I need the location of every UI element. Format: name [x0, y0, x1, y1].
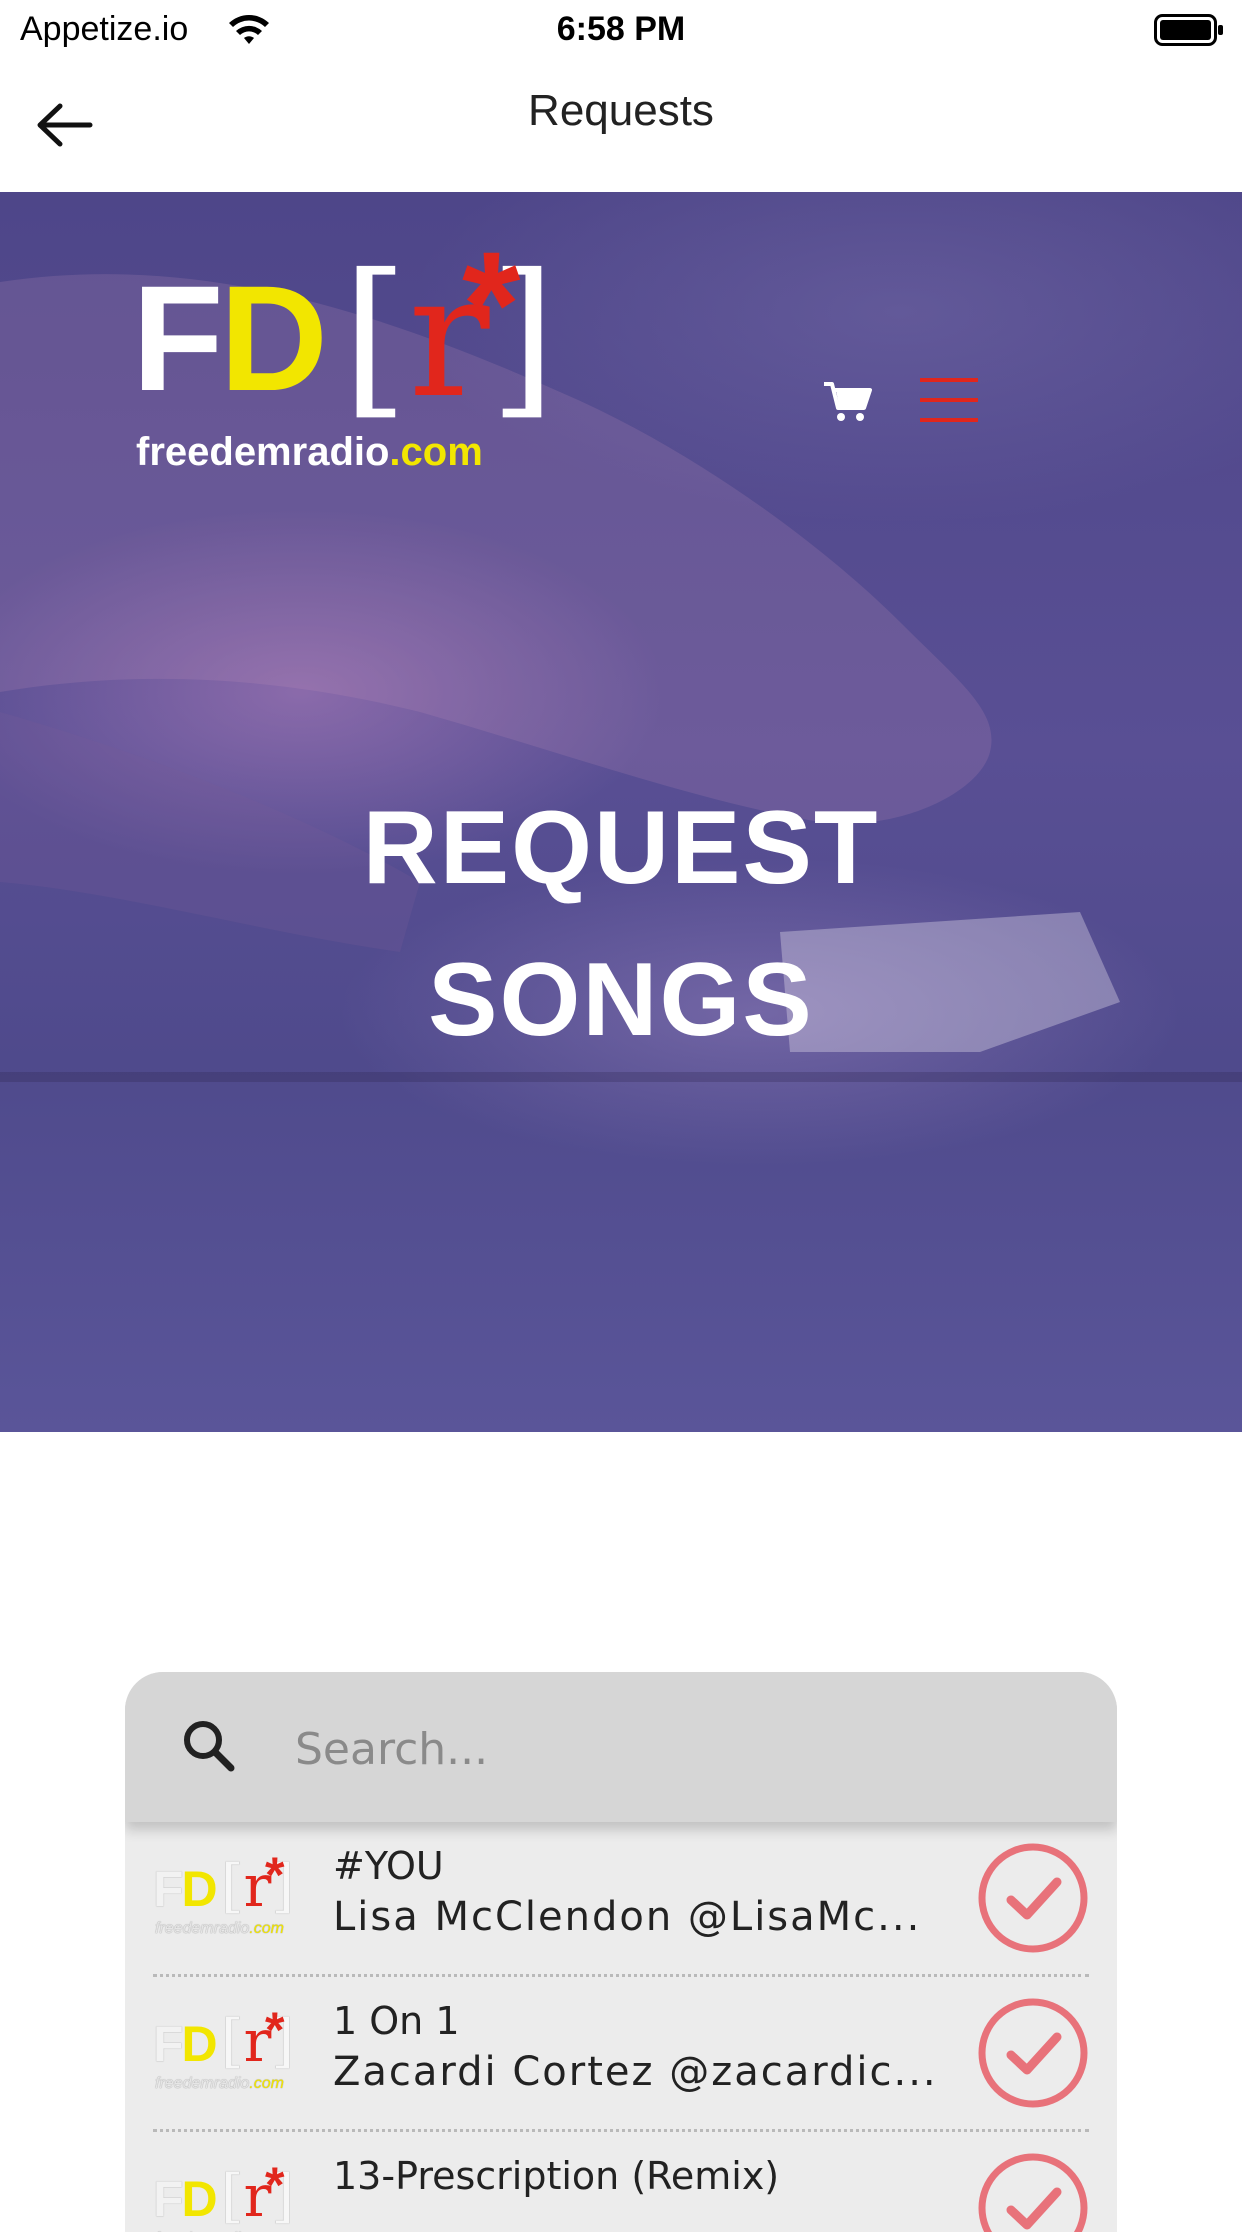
list-item[interactable]: FD [r] * freedemradio.com 13-Prescriptio… — [153, 2132, 1089, 2232]
request-check-button[interactable] — [977, 2152, 1089, 2232]
song-request-card: FD [r] * freedemradio.com #YOU Lisa McCl… — [125, 1672, 1117, 2232]
song-artist: Zacardi Cortez @zacardic... — [333, 2049, 938, 2095]
song-title: 13-Prescription (Remix) — [333, 2154, 780, 2198]
hero-banner: FD [r] * freedemradio.com REQUEST SONGS — [0, 192, 1242, 1432]
status-bar: Appetize.io 6:58 PM — [0, 0, 1242, 60]
logo-domain: freedemradio.com — [136, 430, 483, 474]
logo-asterisk: * — [462, 220, 521, 388]
search-input[interactable] — [293, 1710, 1057, 1788]
freedemradio-logo[interactable]: FD [r] * freedemradio.com — [132, 220, 556, 478]
song-title: 1 On 1 — [333, 1999, 460, 2043]
logo-fd: FD — [132, 254, 328, 422]
request-check-button[interactable] — [977, 1997, 1089, 2109]
request-check-button[interactable] — [977, 1842, 1089, 1954]
search-icon — [184, 1721, 235, 1772]
page-title: Requests — [528, 86, 714, 135]
hero-title: REQUEST SONGS — [0, 772, 1242, 1076]
clock: 6:58 PM — [556, 10, 686, 48]
song-thumbnail-logo: FD [r] * freedemradio.com — [153, 1847, 295, 1937]
list-item[interactable]: FD [r] * freedemradio.com 1 On 1 Zacardi… — [153, 1977, 1089, 2132]
list-item[interactable]: FD [r] * freedemradio.com #YOU Lisa McCl… — [153, 1822, 1089, 1977]
song-thumbnail-logo: FD [r] * freedemradio.com — [153, 2002, 295, 2092]
logo-r-bracket: [r] — [342, 238, 556, 436]
song-artist: Lisa McClendon @LisaMc... — [333, 1894, 922, 1940]
search-bar[interactable] — [125, 1672, 1117, 1822]
cart-icon[interactable] — [822, 378, 872, 424]
song-thumbnail-logo: FD [r] * freedemradio.com — [153, 2157, 295, 2232]
navigation-bar: Requests — [0, 60, 1242, 192]
hero-title-line2: SONGS — [428, 942, 814, 1058]
song-title: #YOU — [333, 1844, 444, 1888]
hamburger-menu-icon[interactable] — [918, 372, 980, 428]
song-list: FD [r] * freedemradio.com #YOU Lisa McCl… — [153, 1822, 1089, 2232]
battery-icon — [1154, 14, 1223, 46]
hero-title-line1: REQUEST — [362, 790, 880, 906]
